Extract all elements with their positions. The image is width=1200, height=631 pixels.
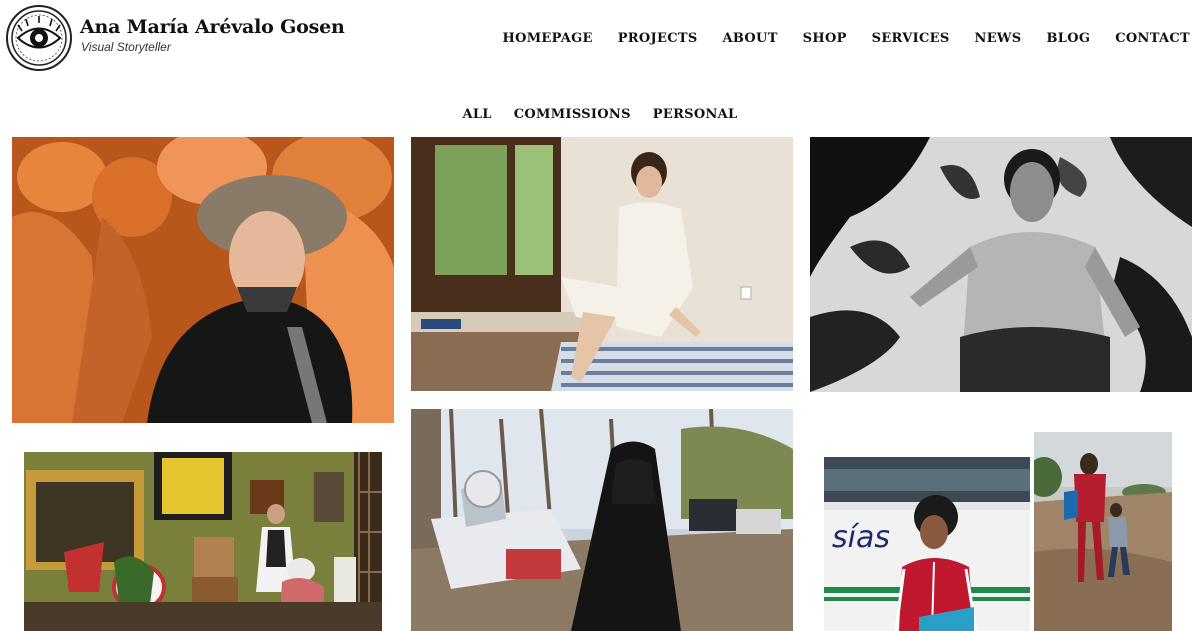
nav-contact[interactable]: CONTACT	[1115, 31, 1190, 46]
photo-mother-child-road[interactable]	[1034, 432, 1172, 631]
photo-barbershop[interactable]	[24, 452, 382, 631]
nav-about[interactable]: ABOUT	[723, 31, 778, 46]
filter-personal[interactable]: PERSONAL	[653, 107, 738, 122]
site-logo[interactable]	[6, 5, 72, 71]
nav-shop[interactable]: SHOP	[803, 31, 847, 46]
site-title[interactable]: Ana María Arévalo Gosen	[80, 16, 345, 38]
site-subtitle: Visual Storyteller	[81, 40, 171, 54]
photo-swimmer-bw[interactable]	[810, 137, 1192, 392]
main-navigation: HOMEPAGE PROJECTS ABOUT SHOP SERVICES NE…	[503, 31, 1191, 46]
nav-projects[interactable]: PROJECTS	[618, 31, 698, 46]
nav-services[interactable]: SERVICES	[872, 31, 950, 46]
nav-news[interactable]: NEWS	[975, 31, 1022, 46]
nav-homepage[interactable]: HOMEPAGE	[503, 31, 593, 46]
portfolio-filters: ALL COMMISSIONS PERSONAL	[0, 107, 1200, 122]
eye-icon	[11, 10, 67, 66]
filter-all[interactable]: ALL	[463, 107, 492, 122]
photo-woman-bus[interactable]: sías	[824, 457, 1030, 631]
photo-woman-sculptures[interactable]	[12, 137, 394, 423]
filter-commissions[interactable]: COMMISSIONS	[514, 107, 631, 122]
bus-lettering: sías	[832, 520, 890, 555]
nav-blog[interactable]: BLOG	[1047, 31, 1091, 46]
photo-man-window-bed[interactable]	[411, 137, 793, 391]
photo-girl-fur-coat[interactable]	[411, 409, 793, 631]
